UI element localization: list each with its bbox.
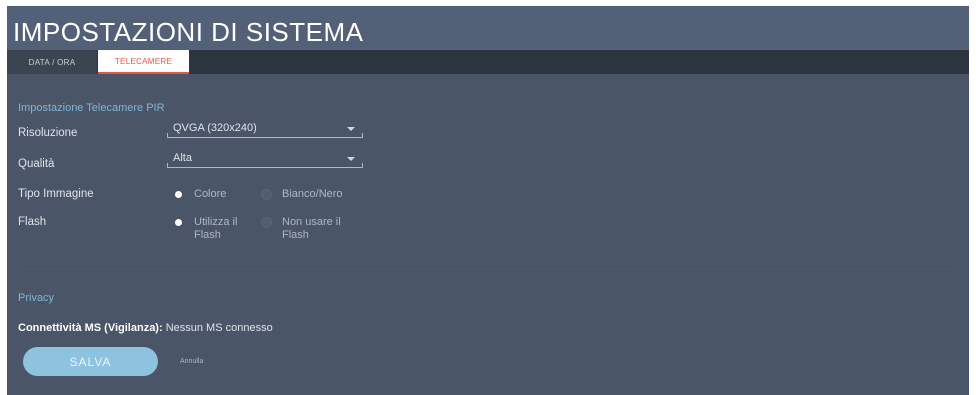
resolution-label: Risoluzione bbox=[18, 127, 78, 139]
quality-select[interactable]: Alta bbox=[167, 151, 363, 168]
settings-content: Impostazione Telecamere PIR Risoluzione … bbox=[7, 74, 969, 395]
ms-connectivity-label: Connettività MS (Vigilanza): bbox=[18, 322, 163, 334]
radio-no-flash-label: Non usare il Flash bbox=[282, 216, 341, 241]
radio-use-flash[interactable]: Utilizza il Flash bbox=[173, 216, 254, 242]
section-divider bbox=[18, 269, 958, 270]
radio-color-label: Colore bbox=[194, 188, 227, 200]
radio-selected-icon bbox=[173, 189, 184, 200]
radio-use-flash-label: Utilizza il Flash bbox=[194, 216, 238, 241]
radio-color[interactable]: Colore bbox=[173, 188, 226, 201]
ms-connectivity: Connettività MS (Vigilanza): Nessun MS c… bbox=[18, 322, 273, 334]
chevron-down-icon bbox=[347, 127, 355, 131]
radio-selected-icon bbox=[173, 217, 184, 228]
tab-cameras[interactable]: TELECAMERE bbox=[98, 50, 189, 74]
tab-date-time[interactable]: DATA / ORA bbox=[7, 50, 97, 74]
ms-connectivity-value: Nessun MS connesso bbox=[165, 322, 273, 334]
radio-black-white-label: Bianco/Nero bbox=[282, 188, 343, 200]
chevron-down-icon bbox=[347, 157, 355, 161]
settings-window: IMPOSTAZIONI DI SISTEMA DATA / ORA TELEC… bbox=[7, 6, 969, 395]
radio-unselected-icon bbox=[261, 189, 272, 200]
title-bar: IMPOSTAZIONI DI SISTEMA bbox=[7, 6, 969, 50]
flash-label: Flash bbox=[18, 216, 47, 228]
radio-no-flash[interactable]: Non usare il Flash bbox=[261, 216, 352, 242]
cancel-link[interactable]: Annulla bbox=[180, 358, 203, 365]
image-type-label: Tipo Immagine bbox=[18, 188, 94, 200]
page-title: IMPOSTAZIONI DI SISTEMA bbox=[13, 17, 364, 47]
quality-value: Alta bbox=[173, 152, 192, 164]
tab-bar: DATA / ORA TELECAMERE bbox=[7, 50, 969, 74]
resolution-value: QVGA (320x240) bbox=[173, 122, 257, 134]
resolution-select[interactable]: QVGA (320x240) bbox=[167, 121, 363, 138]
quality-label: Qualità bbox=[18, 158, 55, 170]
radio-unselected-icon bbox=[261, 217, 272, 228]
radio-black-white[interactable]: Bianco/Nero bbox=[261, 188, 343, 201]
save-button[interactable]: SALVA bbox=[23, 347, 158, 376]
privacy-section-title: Privacy bbox=[18, 292, 55, 304]
pir-section-title: Impostazione Telecamere PIR bbox=[18, 102, 165, 114]
